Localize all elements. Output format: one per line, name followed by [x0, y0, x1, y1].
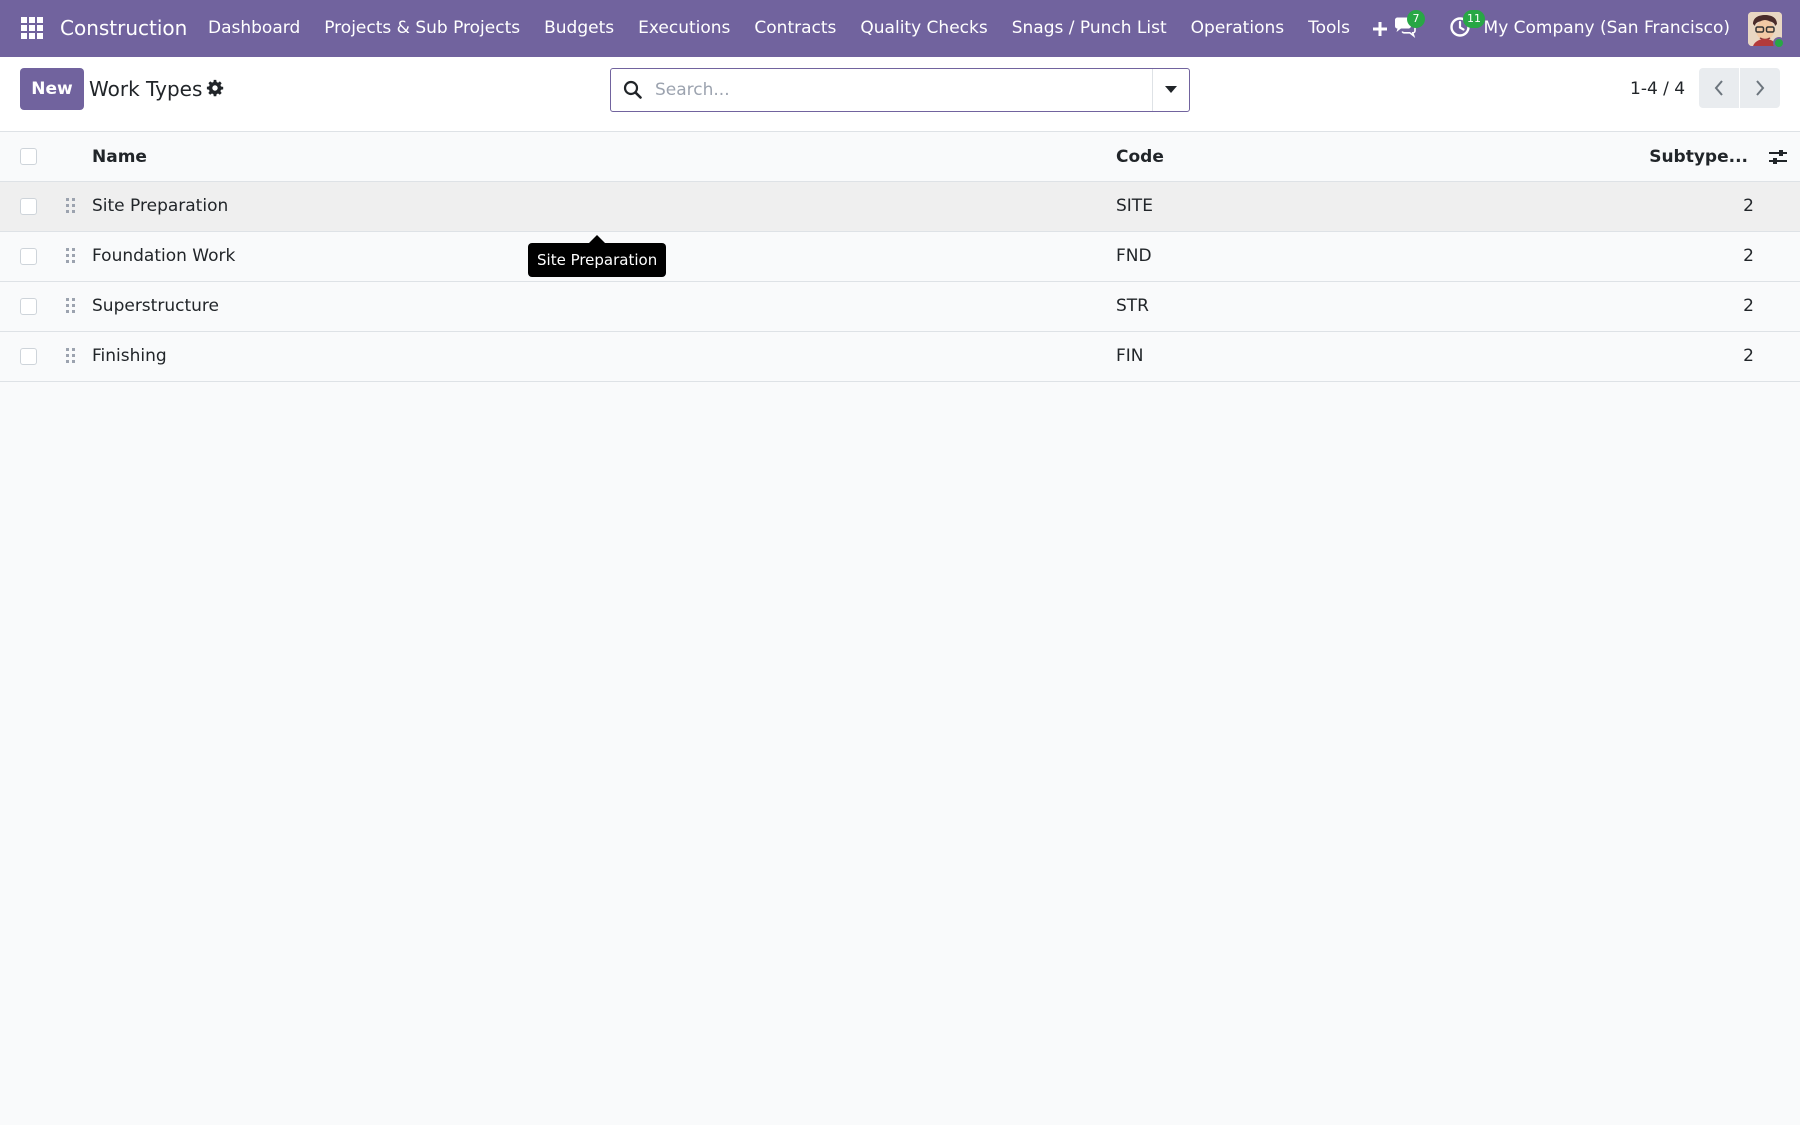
column-header-code[interactable]: Code: [1116, 133, 1164, 181]
search-options-toggle[interactable]: [1152, 69, 1189, 111]
activities-clock-icon[interactable]: 11: [1448, 10, 1485, 42]
messages-badge: 7: [1407, 10, 1425, 28]
menu-item-executions[interactable]: Executions: [626, 0, 742, 57]
row-checkbox[interactable]: [20, 298, 37, 315]
search-box: [610, 68, 1190, 112]
top-navbar: Construction Dashboard Projects & Sub Pr…: [0, 0, 1800, 57]
menu-item-snags[interactable]: Snags / Punch List: [1000, 0, 1179, 57]
work-types-table: Name Code Subtype... Site Preparation SI…: [0, 133, 1800, 382]
table-row[interactable]: Finishing FIN 2: [0, 332, 1800, 382]
menu-item-budgets[interactable]: Budgets: [532, 0, 626, 57]
row-name-cell: Superstructure: [92, 296, 219, 316]
name-tooltip: Site Preparation: [528, 235, 667, 277]
page-title: Work Types: [89, 77, 203, 101]
table-header: Name Code Subtype...: [0, 133, 1800, 182]
table-row[interactable]: Foundation Work FND 2: [0, 232, 1800, 282]
menu-item-operations[interactable]: Operations: [1179, 0, 1296, 57]
menu-item-tools[interactable]: Tools: [1296, 0, 1362, 57]
user-avatar[interactable]: [1748, 12, 1785, 49]
row-code-cell: FND: [1116, 246, 1152, 266]
chevron-left-icon: [1714, 80, 1723, 96]
activities-badge: 11: [1463, 10, 1485, 28]
menu-item-contracts[interactable]: Contracts: [742, 0, 848, 57]
row-checkbox[interactable]: [20, 248, 37, 265]
row-name-cell: Site Preparation: [92, 196, 229, 216]
search-input[interactable]: [655, 69, 1125, 111]
tooltip-arrow: [589, 235, 605, 243]
row-code-cell: FIN: [1116, 346, 1144, 366]
app-brand[interactable]: Construction: [60, 0, 187, 57]
table-row[interactable]: Site Preparation SITE 2: [0, 182, 1800, 232]
main-menu: Dashboard Projects & Sub Projects Budget…: [196, 0, 1398, 57]
row-checkbox[interactable]: [20, 198, 37, 215]
drag-handle-icon[interactable]: [65, 297, 77, 315]
control-panel: New Work Types 1-4 / 4: [0, 57, 1800, 132]
row-checkbox[interactable]: [20, 348, 37, 365]
gear-icon[interactable]: [206, 79, 226, 99]
company-switcher[interactable]: My Company (San Francisco): [1484, 0, 1730, 57]
online-status-dot: [1773, 37, 1785, 49]
apps-menu-icon[interactable]: [20, 16, 44, 40]
row-name-cell: Finishing: [92, 346, 167, 366]
menu-item-quality-checks[interactable]: Quality Checks: [848, 0, 999, 57]
table-row[interactable]: Superstructure STR 2: [0, 282, 1800, 332]
row-name-cell: Foundation Work: [92, 246, 236, 266]
pager-next-button[interactable]: [1740, 68, 1780, 108]
drag-handle-icon[interactable]: [65, 197, 77, 215]
search-icon: [623, 80, 643, 100]
new-button[interactable]: New: [20, 68, 84, 110]
pager-value[interactable]: 1-4 / 4: [1630, 68, 1685, 110]
menu-item-projects[interactable]: Projects & Sub Projects: [312, 0, 532, 57]
drag-handle-icon[interactable]: [65, 247, 77, 265]
row-subtypes-cell: 2: [1743, 246, 1754, 266]
caret-down-icon: [1165, 86, 1177, 93]
pager-previous-button[interactable]: [1699, 68, 1739, 108]
column-header-subtypes[interactable]: Subtype...: [1649, 133, 1748, 181]
row-code-cell: STR: [1116, 296, 1149, 316]
optional-columns-icon[interactable]: [1768, 147, 1788, 167]
messages-icon[interactable]: 7: [1392, 10, 1425, 42]
row-subtypes-cell: 2: [1743, 196, 1754, 216]
chevron-right-icon: [1756, 80, 1765, 96]
menu-item-dashboard[interactable]: Dashboard: [196, 0, 312, 57]
tooltip-text: Site Preparation: [528, 243, 667, 277]
column-header-name[interactable]: Name: [92, 133, 147, 181]
select-all-checkbox[interactable]: [20, 148, 37, 165]
row-subtypes-cell: 2: [1743, 346, 1754, 366]
row-code-cell: SITE: [1116, 196, 1153, 216]
row-subtypes-cell: 2: [1743, 296, 1754, 316]
drag-handle-icon[interactable]: [65, 347, 77, 365]
